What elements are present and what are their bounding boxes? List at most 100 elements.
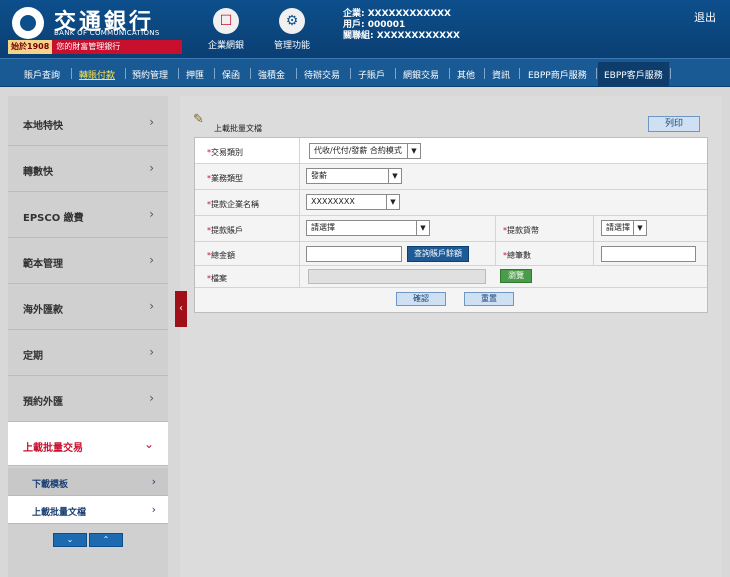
confirm-button[interactable]: 確認 xyxy=(396,292,446,306)
sidebar-subitem-download-template[interactable]: 下載模板 › xyxy=(8,468,168,496)
logo-english-name: BANK OF COMMUNICATIONS xyxy=(54,29,160,37)
sidebar-scroll-down-button[interactable]: ⌄ xyxy=(53,533,87,547)
nav-ebpp-customer[interactable]: EBPP客戶服務 xyxy=(598,62,669,87)
sidebar-item-scheduled-fx[interactable]: 預約外匯 › xyxy=(8,376,168,422)
nav-sub-account[interactable]: 子賬戶 xyxy=(358,68,385,81)
bank-logo-icon xyxy=(12,7,44,39)
total-count-input[interactable] xyxy=(601,246,696,262)
print-button[interactable]: 列印 xyxy=(648,116,700,132)
nav-pending-transactions[interactable]: 待辦交易 xyxy=(304,68,340,81)
business-type-label: *業務類型 xyxy=(207,174,243,183)
chevron-down-icon: ▼ xyxy=(386,195,399,209)
sidebar-item-fps[interactable]: 轉數快 › xyxy=(8,146,168,192)
sidebar-item-label: 預約外匯 xyxy=(23,397,63,408)
company-line: 企業: XXXXXXXXXXXX xyxy=(343,9,452,19)
company-name-label: *提款企業名稱 xyxy=(207,200,259,209)
nav-separator xyxy=(395,68,396,79)
nav-separator xyxy=(296,68,297,79)
sidebar-item-label: 上載批量交易 xyxy=(23,443,83,454)
sidebar-subitem-upload-batch-file[interactable]: 上載批量文檔 › xyxy=(8,496,168,524)
nav-separator xyxy=(449,68,450,79)
sidebar-subitem-label: 上載批量文檔 xyxy=(32,508,87,518)
nav-account-inquiry[interactable]: 賬戶查詢 xyxy=(24,68,60,81)
chevron-right-icon: › xyxy=(151,475,156,488)
nav-guarantee[interactable]: 保函 xyxy=(222,68,240,81)
row-total-amount-count: *總金額 查詢賬戶餘額 *總筆數 xyxy=(195,242,707,266)
nav-bills[interactable]: 押匯 xyxy=(186,68,204,81)
total-amount-label: *總金額 xyxy=(207,251,235,260)
sidebar-item-local-express[interactable]: 本地特快 › xyxy=(8,100,168,146)
cell-divider xyxy=(593,242,594,265)
business-type-select[interactable]: 發薪 ▼ xyxy=(306,168,402,184)
nav-ebpp-merchant[interactable]: EBPP商戶服務 xyxy=(528,68,587,81)
nav-separator xyxy=(350,68,351,79)
chevron-down-icon: ▼ xyxy=(416,221,429,235)
company-name-select[interactable]: XXXXXXXX ▼ xyxy=(306,194,400,210)
chevron-right-icon: › xyxy=(151,503,156,516)
logout-link[interactable]: 退出 xyxy=(694,9,716,25)
nav-separator xyxy=(519,68,520,79)
cell-divider xyxy=(593,216,594,241)
management-functions-button[interactable]: ⚙ 管理功能 xyxy=(262,8,322,51)
currency-label: *提款貨幣 xyxy=(503,226,539,235)
logo-since-text: 您的財富管理銀行 xyxy=(56,42,121,51)
sidebar-item-time-deposit[interactable]: 定期 › xyxy=(8,330,168,376)
user-line: 用戶: 000001 xyxy=(343,20,406,30)
chevron-down-icon: ▼ xyxy=(633,221,646,235)
total-count-label: *總筆數 xyxy=(503,251,531,260)
chevron-right-icon: › xyxy=(149,299,154,313)
nav-information[interactable]: 資訊 xyxy=(492,68,510,81)
bank-logo[interactable]: 交通銀行 BANK OF COMMUNICATIONS 始於1908 您的財富管理… xyxy=(8,3,182,55)
sidebar-item-overseas-remittance[interactable]: 海外匯款 › xyxy=(8,284,168,330)
cell-divider xyxy=(299,266,300,287)
nav-separator xyxy=(484,68,485,79)
row-company-name: *提款企業名稱 XXXXXXXX ▼ xyxy=(195,190,707,216)
chevron-right-icon: › xyxy=(149,115,154,129)
chevron-down-icon: ▼ xyxy=(407,144,420,158)
sidebar-item-batch-upload[interactable]: 上載批量交易 ⌄ xyxy=(8,422,168,466)
sidebar-collapse-toggle[interactable]: ‹ xyxy=(175,291,187,327)
chevron-right-icon: › xyxy=(149,207,154,221)
nav-transfer-payment[interactable]: 轉賬付款 xyxy=(79,68,115,81)
nav-separator xyxy=(670,68,671,79)
logo-tagline: 始於1908 您的財富管理銀行 xyxy=(8,40,182,54)
sidebar-item-template-management[interactable]: 範本管理 › xyxy=(8,238,168,284)
nav-scheduled-management[interactable]: 預約管理 xyxy=(132,68,168,81)
monitor-icon: ☐ xyxy=(213,8,239,34)
cell-divider xyxy=(495,216,496,241)
upload-form: *交易類別 代收/代付/發薪 合約模式 ▼ *業務類型 發薪 ▼ *提款企業名稱… xyxy=(194,137,708,313)
sidebar-scroll-up-button[interactable]: ⌃ xyxy=(89,533,123,547)
sidebar-item-epsco[interactable]: EPSCO 繳費 › xyxy=(8,192,168,238)
cell-divider xyxy=(299,164,300,189)
nav-mpf[interactable]: 強積金 xyxy=(258,68,285,81)
nav-separator xyxy=(214,68,215,79)
corporate-banking-button[interactable]: ☐ 企業網銀 xyxy=(196,8,256,51)
cell-divider xyxy=(495,242,496,265)
file-path-input xyxy=(308,269,486,284)
account-label: *提款賬戶 xyxy=(207,226,243,235)
nav-separator xyxy=(178,68,179,79)
nav-separator xyxy=(71,68,72,79)
chevron-down-icon: ⌄ xyxy=(143,437,154,451)
cell-divider xyxy=(299,216,300,241)
chevron-right-icon: › xyxy=(149,253,154,267)
browse-button[interactable]: 瀏覽 xyxy=(500,269,532,283)
sidebar-item-label: EPSCO 繳費 xyxy=(23,213,84,224)
sidebar-subitem-label: 下載模板 xyxy=(32,480,69,490)
nav-others[interactable]: 其他 xyxy=(457,68,475,81)
chevron-down-icon: ▼ xyxy=(388,169,401,183)
sidebar-item-label: 範本管理 xyxy=(23,259,63,270)
chevron-right-icon: › xyxy=(149,345,154,359)
sidebar-item-label: 本地特快 xyxy=(23,121,63,132)
sidebar-item-label: 海外匯款 xyxy=(23,305,63,316)
chevron-right-icon: › xyxy=(149,391,154,405)
nav-ebanking-transactions[interactable]: 網銀交易 xyxy=(403,68,439,81)
reset-button[interactable]: 重置 xyxy=(464,292,514,306)
cell-divider xyxy=(299,138,300,163)
account-select[interactable]: 請選擇 ▼ xyxy=(306,220,430,236)
top-header: 交通銀行 BANK OF COMMUNICATIONS 始於1908 您的財富管理… xyxy=(0,0,730,58)
currency-select[interactable]: 請選擇 ▼ xyxy=(601,220,647,236)
transaction-type-select[interactable]: 代收/代付/發薪 合約模式 ▼ xyxy=(309,143,421,159)
total-amount-input[interactable] xyxy=(306,246,402,262)
query-balance-button[interactable]: 查詢賬戶餘額 xyxy=(407,246,469,262)
